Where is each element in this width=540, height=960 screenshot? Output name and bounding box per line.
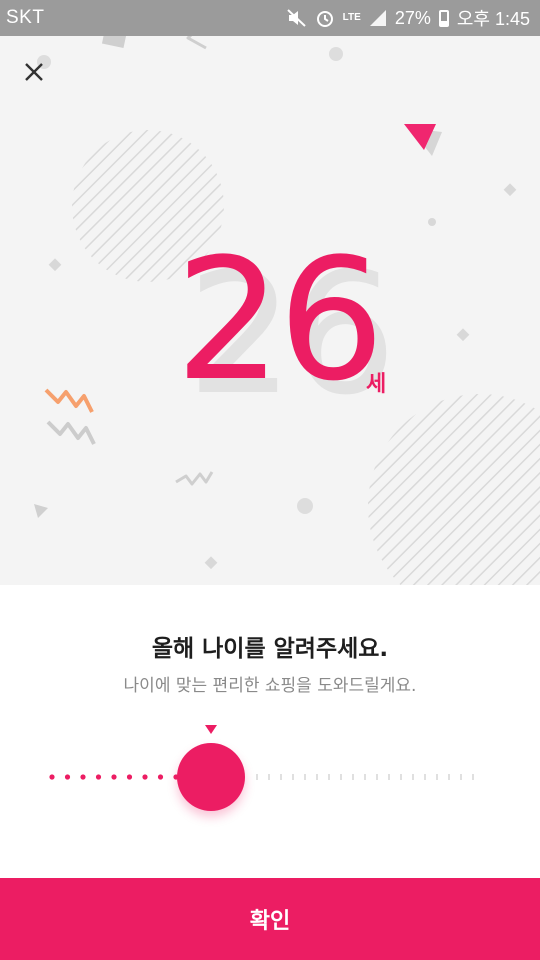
- slider-inactive-tick: [460, 774, 462, 780]
- slider-active-tick: [80, 774, 86, 780]
- slider-inactive-tick: [328, 774, 330, 780]
- slider-inactive-tick: [436, 774, 438, 780]
- slider-active-tick: [157, 774, 164, 780]
- mute-vibrate-icon: [286, 9, 307, 27]
- age-slider[interactable]: [0, 715, 540, 835]
- slider-inactive-tick: [412, 774, 414, 780]
- slider-inactive-tick: [292, 774, 294, 780]
- slider-active-tick: [111, 774, 117, 780]
- close-button[interactable]: [14, 54, 54, 90]
- slider-active-tick: [142, 774, 148, 780]
- slider-active-tick: [49, 774, 55, 780]
- confirm-button[interactable]: 확인: [0, 878, 540, 960]
- slider-inactive-tick: [388, 774, 390, 780]
- slider-inactive-tick: [304, 774, 306, 780]
- slider-active-tick: [64, 774, 71, 780]
- slider-active-tick: [95, 774, 102, 780]
- slider-inactive-tick: [376, 774, 378, 780]
- slider-inactive-tick: [316, 774, 318, 780]
- age-hero: 26 26 세: [0, 36, 540, 585]
- slider-inactive-tick: [268, 774, 270, 780]
- slider-active-tick: [126, 774, 133, 780]
- slider-inactive-tick: [400, 774, 402, 780]
- carrier-label: SKT: [6, 7, 45, 28]
- signal-icon: [369, 10, 387, 26]
- alarm-icon: [315, 8, 335, 28]
- age-prompt-panel: 올해 나이를 알려주세요. 나이에 맞는 편리한 쇼핑을 도와드릴게요.: [0, 585, 540, 878]
- clock: 오후 1:45: [456, 9, 530, 29]
- slider-inactive-tick: [448, 774, 450, 780]
- slider-inactive-tick: [364, 774, 366, 780]
- battery-percent: 27%: [394, 7, 431, 28]
- lte-icon: LTE: [342, 12, 361, 23]
- slider-inactive-tick: [472, 774, 474, 780]
- slider-track[interactable]: [0, 715, 540, 835]
- status-icons: LTE 27% 오후 1:45: [286, 5, 530, 31]
- slider-pointer-icon: [205, 725, 217, 734]
- battery-icon: [438, 9, 449, 27]
- slider-inactive-tick: [256, 774, 258, 780]
- close-icon: [25, 63, 43, 81]
- prompt-title: 올해 나이를 알려주세요.: [151, 636, 389, 662]
- age-number: 26: [175, 222, 385, 418]
- slider-inactive-tick: [424, 774, 426, 780]
- prompt-subtitle: 나이에 맞는 편리한 쇼핑을 도와드릴게요.: [123, 676, 417, 696]
- age-display: 26 26 세: [0, 236, 540, 436]
- slider-thumb[interactable]: [177, 743, 245, 811]
- slider-inactive-tick: [352, 774, 354, 780]
- status-bar: SKT LTE 27% 오후 1:45: [0, 0, 540, 36]
- age-unit: 세: [366, 372, 387, 397]
- slider-inactive-tick: [340, 774, 342, 780]
- slider-inactive-tick: [280, 774, 282, 780]
